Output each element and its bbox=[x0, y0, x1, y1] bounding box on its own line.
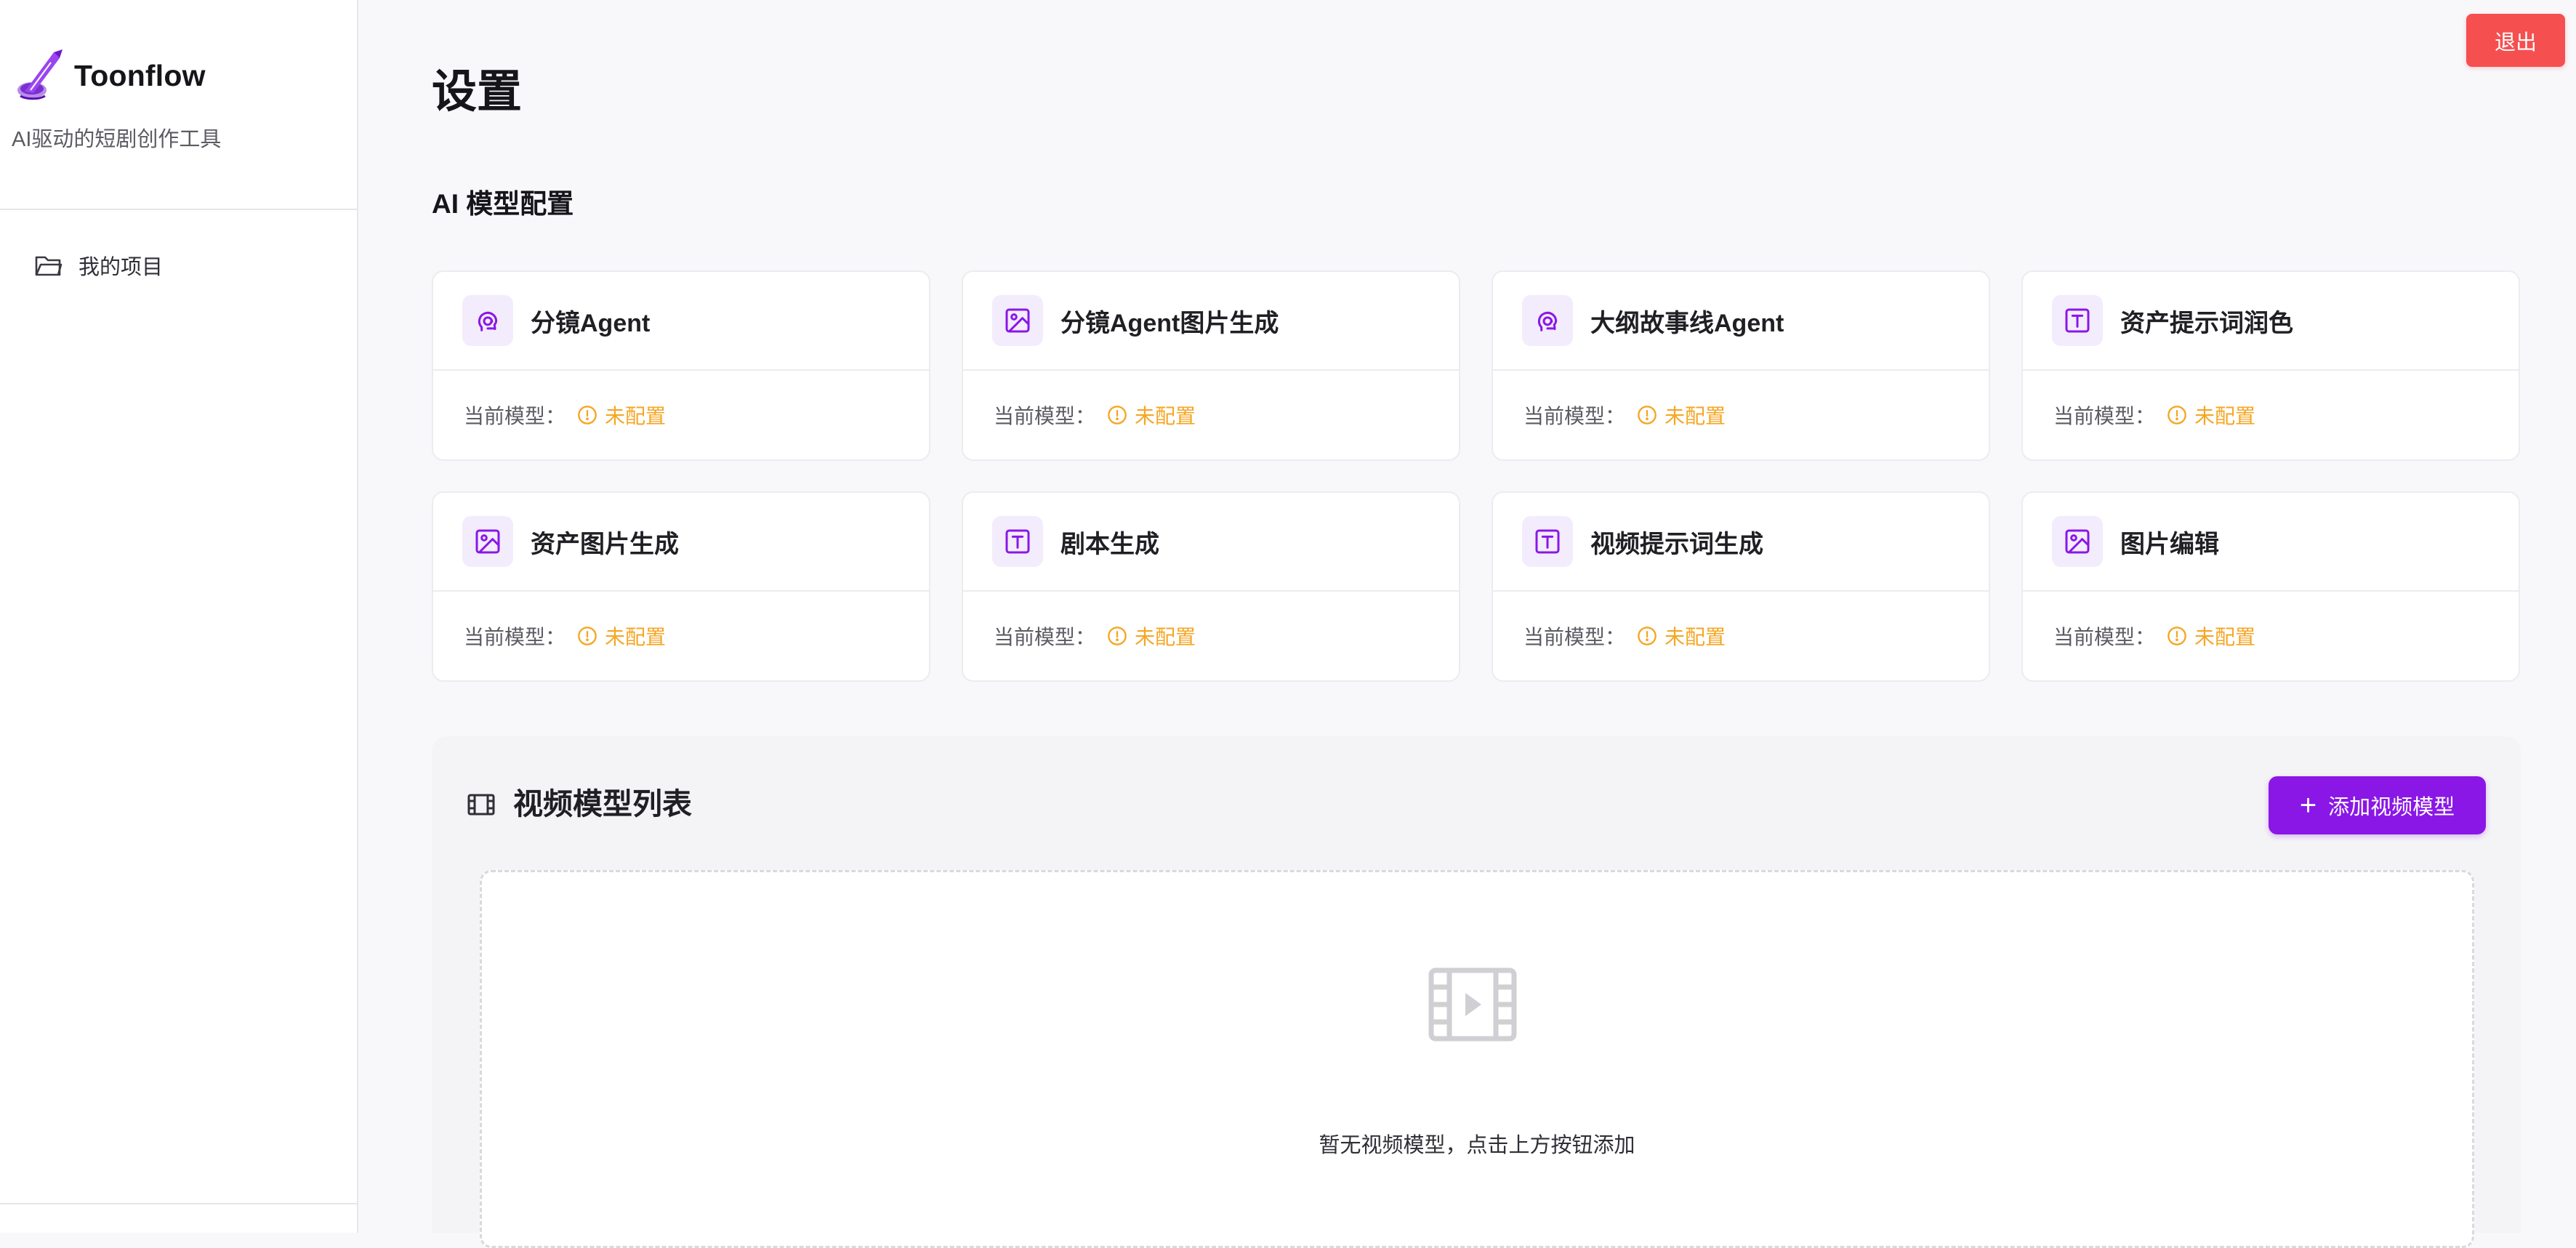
card-header: 剧本生成 bbox=[963, 493, 1459, 592]
model-card[interactable]: 图片编辑 当前模型： 未配置 bbox=[2021, 491, 2520, 682]
card-footer: 当前模型： 未配置 bbox=[2023, 371, 2519, 459]
card-title: 资产图片生成 bbox=[531, 530, 679, 558]
card-header: 图片编辑 bbox=[2023, 493, 2519, 592]
card-footer: 当前模型： 未配置 bbox=[433, 592, 929, 680]
sidebar-item-label: 我的项目 bbox=[79, 256, 164, 279]
card-header: 资产图片生成 bbox=[433, 493, 929, 592]
model-card[interactable]: 剧本生成 当前模型： 未配置 bbox=[962, 491, 1460, 682]
video-placeholder-icon bbox=[1428, 967, 1517, 1042]
current-model-label: 当前模型： bbox=[1524, 626, 1626, 648]
brand-name: Toonflow bbox=[74, 58, 206, 92]
video-models-section: 视频模型列表 + 添加视频模型 暂无视频模型，点击上方按钮添加 bbox=[432, 736, 2521, 1248]
warning-icon bbox=[1108, 406, 1127, 424]
card-title: 分镜Agent bbox=[531, 309, 651, 337]
sidebar: Toonflow AI驱动的短剧创作工具 我的项目 bbox=[0, 0, 358, 1233]
text-icon bbox=[992, 516, 1043, 567]
card-footer: 当前模型： 未配置 bbox=[1493, 371, 1989, 459]
text-icon bbox=[2052, 295, 2103, 346]
text-icon bbox=[1522, 516, 1573, 567]
card-title: 图片编辑 bbox=[2120, 530, 2219, 558]
card-title: 资产提示词润色 bbox=[2120, 309, 2293, 337]
brain-icon bbox=[1522, 295, 1573, 346]
warning-icon bbox=[2168, 406, 2186, 424]
current-model-status: 未配置 bbox=[1665, 626, 1726, 648]
current-model-label: 当前模型： bbox=[994, 626, 1096, 648]
model-card[interactable]: 分镜Agent 当前模型： 未配置 bbox=[432, 270, 930, 461]
current-model-status: 未配置 bbox=[1665, 405, 1726, 427]
card-footer: 当前模型： 未配置 bbox=[963, 371, 1459, 459]
image-icon bbox=[2052, 516, 2103, 567]
card-footer: 当前模型： 未配置 bbox=[1493, 592, 1989, 680]
card-header: 资产提示词润色 bbox=[2023, 272, 2519, 371]
card-footer: 当前模型： 未配置 bbox=[2023, 592, 2519, 680]
folder-icon bbox=[35, 256, 63, 276]
card-title: 大纲故事线Agent bbox=[1590, 309, 1784, 337]
card-header: 大纲故事线Agent bbox=[1493, 272, 1989, 371]
current-model-label: 当前模型： bbox=[2053, 626, 2156, 648]
video-section-title: 视频模型列表 bbox=[513, 787, 692, 821]
current-model-label: 当前模型： bbox=[1524, 405, 1626, 427]
add-video-model-label: 添加视频模型 bbox=[2328, 796, 2455, 819]
add-video-model-button[interactable]: + 添加视频模型 bbox=[2269, 776, 2486, 834]
current-model-label: 当前模型： bbox=[2053, 405, 2156, 427]
card-title: 剧本生成 bbox=[1060, 530, 1159, 558]
card-header: 分镜Agent图片生成 bbox=[963, 272, 1459, 371]
card-header: 视频提示词生成 bbox=[1493, 493, 1989, 592]
page-title: 设置 bbox=[432, 67, 523, 117]
card-footer: 当前模型： 未配置 bbox=[963, 592, 1459, 680]
logout-button[interactable]: 退出 bbox=[2466, 14, 2565, 67]
model-card[interactable]: 视频提示词生成 当前模型： 未配置 bbox=[1492, 491, 1990, 682]
brand[interactable]: Toonflow bbox=[16, 48, 206, 103]
model-card[interactable]: 大纲故事线Agent 当前模型： 未配置 bbox=[1492, 270, 1990, 461]
model-card[interactable]: 资产图片生成 当前模型： 未配置 bbox=[432, 491, 930, 682]
brain-icon bbox=[462, 295, 513, 346]
current-model-label: 当前模型： bbox=[464, 405, 566, 427]
current-model-status: 未配置 bbox=[605, 405, 667, 427]
divider bbox=[0, 209, 357, 210]
warning-icon bbox=[2168, 627, 2186, 645]
image-icon bbox=[992, 295, 1043, 346]
empty-state-text: 暂无视频模型，点击上方按钮添加 bbox=[1319, 1134, 1635, 1157]
current-model-status: 未配置 bbox=[1135, 405, 1196, 427]
card-header: 分镜Agent bbox=[433, 272, 929, 371]
card-footer: 当前模型： 未配置 bbox=[433, 371, 929, 459]
brand-tagline: AI驱动的短剧创作工具 bbox=[12, 128, 222, 151]
card-title: 视频提示词生成 bbox=[1590, 530, 1763, 558]
ai-section-title: AI 模型配置 bbox=[432, 189, 574, 219]
current-model-status: 未配置 bbox=[605, 626, 667, 648]
current-model-status: 未配置 bbox=[1135, 626, 1196, 648]
warning-icon bbox=[578, 406, 597, 424]
warning-icon bbox=[578, 627, 597, 645]
warning-icon bbox=[1108, 627, 1127, 645]
image-icon bbox=[462, 516, 513, 567]
divider bbox=[0, 1203, 357, 1204]
current-model-status: 未配置 bbox=[2194, 626, 2256, 648]
plus-icon: + bbox=[2299, 789, 2317, 821]
model-card[interactable]: 分镜Agent图片生成 当前模型： 未配置 bbox=[962, 270, 1460, 461]
card-title: 分镜Agent图片生成 bbox=[1060, 309, 1279, 337]
sidebar-item-my-projects[interactable]: 我的项目 bbox=[0, 240, 357, 291]
current-model-status: 未配置 bbox=[2194, 405, 2256, 427]
quill-pen-icon bbox=[17, 49, 63, 100]
warning-icon bbox=[1638, 627, 1657, 645]
film-icon bbox=[467, 794, 495, 816]
warning-icon bbox=[1638, 406, 1657, 424]
model-card[interactable]: 资产提示词润色 当前模型： 未配置 bbox=[2021, 270, 2520, 461]
current-model-label: 当前模型： bbox=[994, 405, 1096, 427]
empty-state: 暂无视频模型，点击上方按钮添加 bbox=[480, 870, 2474, 1248]
current-model-label: 当前模型： bbox=[464, 626, 566, 648]
model-config-grid: 分镜Agent 当前模型： 未配置 分镜Agent图片生成 当前模型： 未配置 … bbox=[432, 270, 2521, 682]
